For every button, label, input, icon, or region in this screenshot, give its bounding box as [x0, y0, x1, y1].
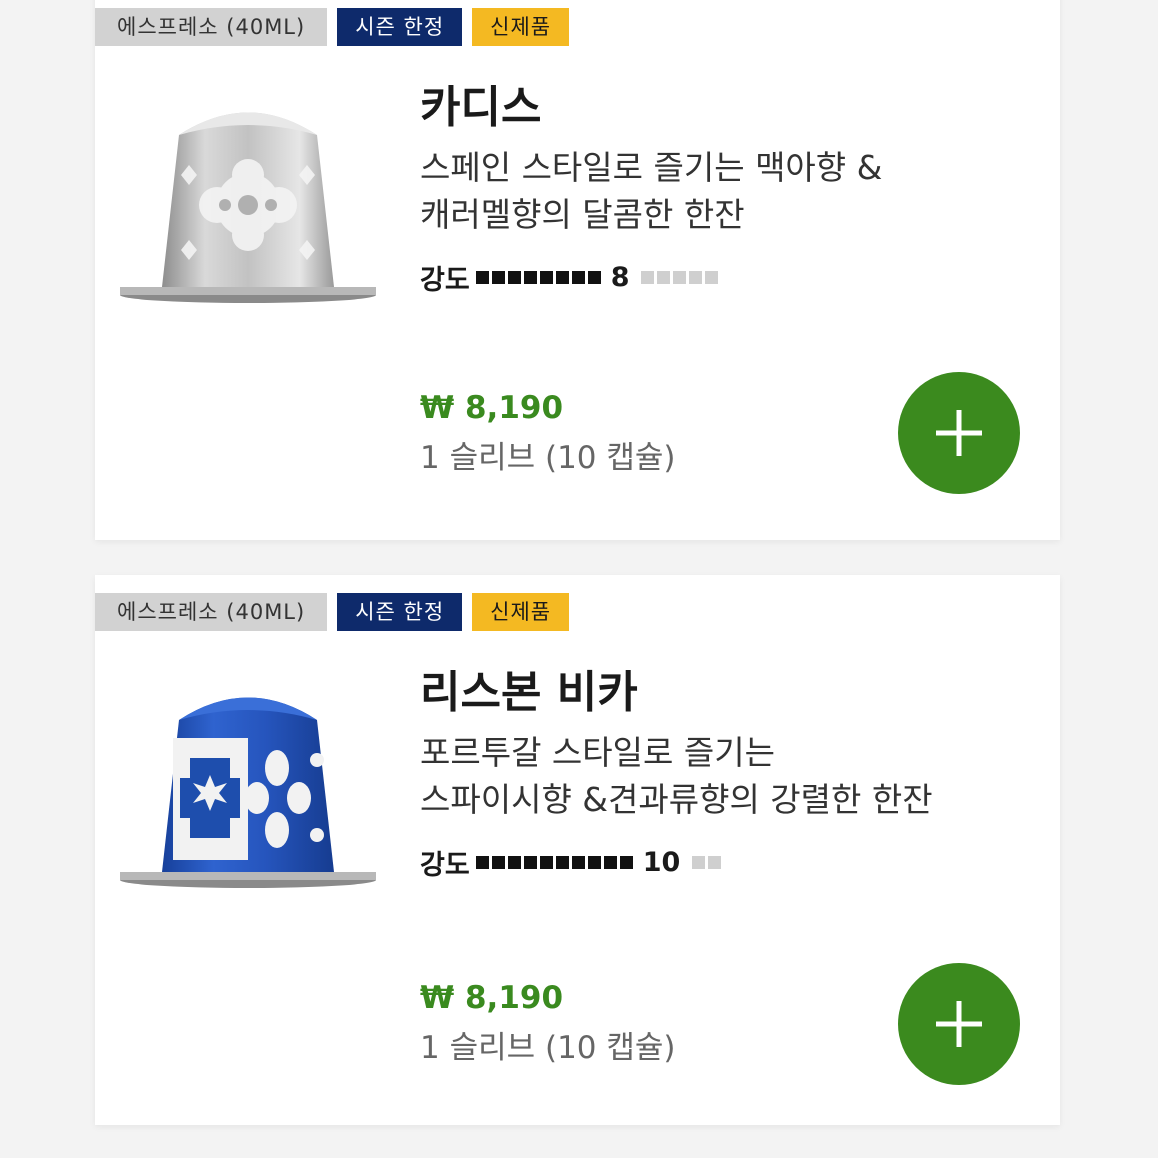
intensity-empty-bars [692, 855, 722, 869]
plus-icon [936, 410, 982, 456]
silver-capsule-icon [120, 112, 376, 303]
intensity-bar-filled [603, 855, 617, 869]
intensity-bar-filled [475, 855, 489, 869]
product-price: ₩ 8,190 [420, 980, 564, 1016]
product-info: 리스본 비카 포르투갈 스타일로 즐기는 스파이시향 &견과류향의 강렬한 한잔… [420, 665, 1040, 881]
intensity-bar-filled [587, 855, 601, 869]
intensity-bar-empty [673, 270, 687, 284]
intensity-bar-filled [539, 270, 553, 284]
intensity-bar-filled [475, 270, 489, 284]
new-product-badge: 신제품 [472, 593, 570, 631]
intensity-bar-empty [641, 270, 655, 284]
intensity-meter: 강도 10 [420, 845, 1040, 881]
intensity-bar-filled [491, 270, 505, 284]
product-unit: 1 슬리브 (10 캡슐) [420, 440, 676, 476]
intensity-bar-filled [619, 855, 633, 869]
intensity-empty-bars [641, 270, 719, 284]
intensity-label: 강도 [420, 849, 470, 881]
intensity-bar-empty [705, 270, 719, 284]
intensity-bar-filled [507, 855, 521, 869]
intensity-bar-filled [555, 855, 569, 869]
plus-icon [936, 1001, 982, 1047]
intensity-value: 10 [642, 846, 681, 878]
description-line: 캐러멜향의 달콤한 한잔 [420, 195, 745, 234]
intensity-bar-empty [708, 855, 722, 869]
product-card[interactable]: 에스프레소 (40ML) 시즌 한정 신제품 카디스 스페인 스타일로 즐기는 … [95, 0, 1060, 540]
intensity-bar-empty [657, 270, 671, 284]
intensity-meter: 강도 8 [420, 260, 1040, 296]
new-product-badge: 신제품 [472, 8, 570, 46]
season-limited-badge: 시즌 한정 [337, 593, 463, 631]
badge-row: 에스프레소 (40ML) 시즌 한정 신제품 [95, 593, 570, 631]
intensity-label: 강도 [420, 264, 470, 296]
intensity-bar-filled [587, 270, 601, 284]
intensity-bar-filled [571, 270, 585, 284]
intensity-bar-filled [555, 270, 569, 284]
intensity-filled-bars [475, 270, 601, 284]
intensity-bar-empty [692, 855, 706, 869]
description-line: 포르투갈 스타일로 즐기는 [420, 733, 775, 772]
intensity-bar-filled [523, 855, 537, 869]
intensity-bar-filled [507, 270, 521, 284]
intensity-bar-filled [571, 855, 585, 869]
badge-row: 에스프레소 (40ML) 시즌 한정 신제품 [95, 8, 570, 46]
intensity-filled-bars [475, 855, 633, 869]
product-description: 스페인 스타일로 즐기는 맥아향 & 캐러멜향의 달콤한 한잔 [420, 144, 1040, 238]
season-limited-badge: 시즌 한정 [337, 8, 463, 46]
add-to-cart-button[interactable] [898, 963, 1020, 1085]
intensity-bar-filled [523, 270, 537, 284]
category-badge: 에스프레소 (40ML) [95, 8, 328, 46]
blue-capsule-icon [120, 697, 376, 888]
product-name: 카디스 [420, 82, 542, 133]
product-info: 카디스 스페인 스타일로 즐기는 맥아향 & 캐러멜향의 달콤한 한잔 강도 8 [420, 80, 1040, 296]
description-line: 스파이시향 &견과류향의 강렬한 한잔 [420, 780, 933, 819]
intensity-bar-filled [539, 855, 553, 869]
product-description: 포르투갈 스타일로 즐기는 스파이시향 &견과류향의 강렬한 한잔 [420, 729, 1040, 823]
product-unit: 1 슬리브 (10 캡슐) [420, 1030, 676, 1066]
product-name: 리스본 비카 [420, 667, 638, 718]
product-price: ₩ 8,190 [420, 390, 564, 426]
intensity-bar-empty [689, 270, 703, 284]
intensity-value: 8 [610, 261, 630, 293]
category-badge: 에스프레소 (40ML) [95, 593, 328, 631]
intensity-bar-filled [491, 855, 505, 869]
description-line: 스페인 스타일로 즐기는 맥아향 & [420, 148, 883, 187]
product-card[interactable]: 에스프레소 (40ML) 시즌 한정 신제품 리스본 비카 포르투갈 스타일로 … [95, 575, 1060, 1125]
add-to-cart-button[interactable] [898, 372, 1020, 494]
